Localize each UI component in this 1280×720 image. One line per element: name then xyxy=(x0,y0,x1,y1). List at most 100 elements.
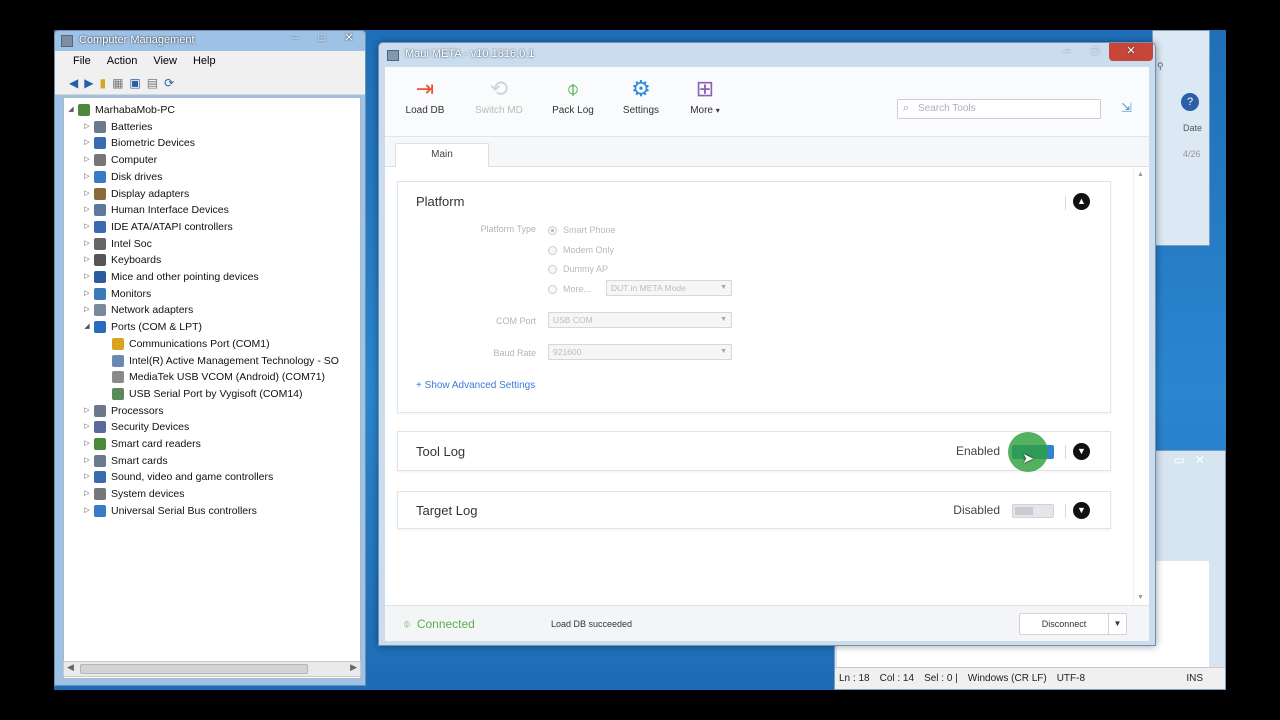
load-db-button[interactable]: ⇥ Load DB xyxy=(397,75,453,116)
settings-button[interactable]: ⚙ Settings xyxy=(613,75,669,116)
maximize-button[interactable]: □ xyxy=(1081,43,1109,61)
baud-rate-select[interactable]: 921600 ▼ xyxy=(548,344,732,360)
horizontal-scrollbar[interactable]: ◀ ▶ xyxy=(63,661,361,677)
chevron-right-icon[interactable]: ▷ xyxy=(82,219,92,235)
tree-item[interactable]: ▷ Processors xyxy=(82,403,164,419)
vertical-scrollbar[interactable]: ▲ ▼ xyxy=(1133,167,1149,605)
help-icon[interactable]: ? xyxy=(1181,93,1199,111)
search-tools-input[interactable]: ⌕ Search Tools xyxy=(897,99,1101,119)
tree-item[interactable]: ▷ Sound, video and game controllers xyxy=(82,469,273,485)
tree-item[interactable]: ▷ Human Interface Devices xyxy=(82,202,229,218)
folder-icon[interactable]: ▮ xyxy=(99,76,106,90)
menu-action[interactable]: Action xyxy=(107,55,138,71)
background-window-top[interactable]: ⚲ ? Date 4/26 xyxy=(1152,30,1210,246)
help-icon[interactable]: ▣ xyxy=(129,76,140,90)
more-button[interactable]: ⊞ More ▾ xyxy=(677,75,733,116)
list-icon[interactable]: ▦ xyxy=(112,76,123,90)
tab-main[interactable]: Main xyxy=(395,143,489,168)
close-button[interactable]: ✕ xyxy=(337,31,361,44)
chevron-right-icon[interactable]: ▷ xyxy=(82,286,92,302)
chevron-right-icon[interactable]: ▷ xyxy=(82,252,92,268)
forward-icon[interactable]: ▶ xyxy=(84,76,93,90)
chevron-right-icon[interactable]: ▷ xyxy=(82,269,92,285)
chevron-right-icon[interactable]: ▷ xyxy=(82,419,92,435)
scroll-thumb[interactable] xyxy=(80,664,308,674)
tree-item-port[interactable]: MediaTek USB VCOM (Android) (COM71) xyxy=(100,369,325,385)
chevron-right-icon[interactable]: ▷ xyxy=(82,436,92,452)
chevron-right-icon[interactable]: ▷ xyxy=(82,486,92,502)
chevron-right-icon[interactable]: ▷ xyxy=(82,236,92,252)
radio-modem-only[interactable]: Modem Only xyxy=(548,245,614,255)
tree-item[interactable]: ▷ Intel Soc xyxy=(82,236,152,252)
chevron-right-icon[interactable]: ▷ xyxy=(82,119,92,135)
tree-item[interactable]: ▷ IDE ATA/ATAPI controllers xyxy=(82,219,233,235)
chevron-right-icon[interactable]: ▷ xyxy=(82,186,92,202)
chevron-right-icon[interactable]: ▷ xyxy=(82,152,92,168)
tree-item-port[interactable]: Intel(R) Active Management Technology - … xyxy=(100,353,339,369)
expand-icon[interactable]: ▼ xyxy=(1073,502,1090,519)
tree-item-port[interactable]: Communications Port (COM1) xyxy=(100,336,270,352)
chevron-right-icon[interactable]: ▷ xyxy=(82,202,92,218)
computer-management-window[interactable]: Computer Management – □ ✕ File Action Vi… xyxy=(54,30,366,686)
tree-item[interactable]: ▷ Security Devices xyxy=(82,419,189,435)
switch-md-button[interactable]: ⟲ Switch MD xyxy=(471,75,527,116)
tree-item[interactable]: ▷ System devices xyxy=(82,486,185,502)
expand-icon[interactable]: ▼ xyxy=(1073,443,1090,460)
tree-item-port[interactable]: USB Serial Port by Vygisoft (COM14) xyxy=(100,386,303,402)
refresh-icon[interactable]: ⟳ xyxy=(164,76,174,90)
tree-item[interactable]: ▷ Mice and other pointing devices xyxy=(82,269,259,285)
tree-root[interactable]: ◢ MarhabaMob-PC xyxy=(66,102,175,118)
minimize-button[interactable]: – xyxy=(1053,43,1081,61)
chevron-right-icon[interactable]: ▷ xyxy=(82,453,92,469)
disconnect-button[interactable]: Disconnect ▼ xyxy=(1019,613,1127,635)
scroll-left-icon[interactable]: ◀ xyxy=(67,662,74,673)
show-advanced-settings-link[interactable]: + Show Advanced Settings xyxy=(416,380,535,391)
scroll-right-icon[interactable]: ▶ xyxy=(350,662,357,673)
close-button[interactable]: ✕ xyxy=(1109,43,1153,61)
menu-file[interactable]: File xyxy=(73,55,91,71)
tree-item[interactable]: ◢ Ports (COM & LPT) xyxy=(82,319,202,335)
scroll-down-icon[interactable]: ▼ xyxy=(1137,594,1144,601)
tree-item[interactable]: ▷ Biometric Devices xyxy=(82,135,195,151)
menu-help[interactable]: Help xyxy=(193,55,216,71)
radio-more[interactable]: More... xyxy=(548,284,591,294)
maui-meta-window[interactable]: Maui META - v10.1816.0.1 – □ ✕ ⇥ Load DB… xyxy=(378,42,1156,646)
chevron-right-icon[interactable]: ▷ xyxy=(82,135,92,151)
window-controls[interactable]: ▭ ✕ xyxy=(1174,453,1205,467)
tree-item[interactable]: ▷ Keyboards xyxy=(82,252,161,268)
pack-log-button[interactable]: ⌽ Pack Log xyxy=(545,75,601,116)
exit-icon[interactable]: ⇲ xyxy=(1121,101,1135,115)
collapse-icon[interactable]: ▲ xyxy=(1073,193,1090,210)
device-tree[interactable]: ◢ MarhabaMob-PC ▷ Batteries ▷ Biometric Devic… xyxy=(63,97,361,679)
target-log-toggle[interactable] xyxy=(1012,504,1054,518)
window-titlebar[interactable]: Computer Management – □ ✕ xyxy=(55,31,365,51)
properties-icon[interactable]: ▤ xyxy=(147,76,158,90)
search-icon[interactable]: ⚲ xyxy=(1157,61,1164,72)
tree-item[interactable]: ▷ Computer xyxy=(82,152,157,168)
tree-item[interactable]: ▷ Display adapters xyxy=(82,186,189,202)
tree-item[interactable]: ▷ Batteries xyxy=(82,119,152,135)
back-icon[interactable]: ◀ xyxy=(69,76,78,90)
minimize-button[interactable]: – xyxy=(283,32,307,44)
more-mode-select[interactable]: DUT in META Mode ▼ xyxy=(606,280,732,296)
scroll-up-icon[interactable]: ▲ xyxy=(1137,171,1144,178)
tree-item[interactable]: ▷ Universal Serial Bus controllers xyxy=(82,503,257,519)
window-titlebar[interactable]: Maui META - v10.1816.0.1 – □ ✕ xyxy=(379,43,1155,67)
tree-item[interactable]: ▷ Monitors xyxy=(82,286,151,302)
chevron-down-icon[interactable]: ▼ xyxy=(1108,614,1126,634)
chevron-right-icon[interactable]: ▷ xyxy=(82,403,92,419)
menu-view[interactable]: View xyxy=(153,55,177,71)
radio-dummy-ap[interactable]: Dummy AP xyxy=(548,264,608,274)
chevron-down-icon[interactable]: ◢ xyxy=(82,319,92,335)
chevron-right-icon[interactable]: ▷ xyxy=(82,169,92,185)
tree-item[interactable]: ▷ Disk drives xyxy=(82,169,162,185)
tree-item[interactable]: ▷ Network adapters xyxy=(82,302,193,318)
maximize-button[interactable]: □ xyxy=(310,32,334,44)
chevron-right-icon[interactable]: ▷ xyxy=(82,503,92,519)
com-port-select[interactable]: USB COM ▼ xyxy=(548,312,732,328)
tree-item[interactable]: ▷ Smart cards xyxy=(82,453,168,469)
radio-smart-phone[interactable]: Smart Phone xyxy=(548,225,616,235)
chevron-right-icon[interactable]: ▷ xyxy=(82,469,92,485)
chevron-down-icon[interactable]: ◢ xyxy=(66,102,76,118)
chevron-right-icon[interactable]: ▷ xyxy=(82,302,92,318)
